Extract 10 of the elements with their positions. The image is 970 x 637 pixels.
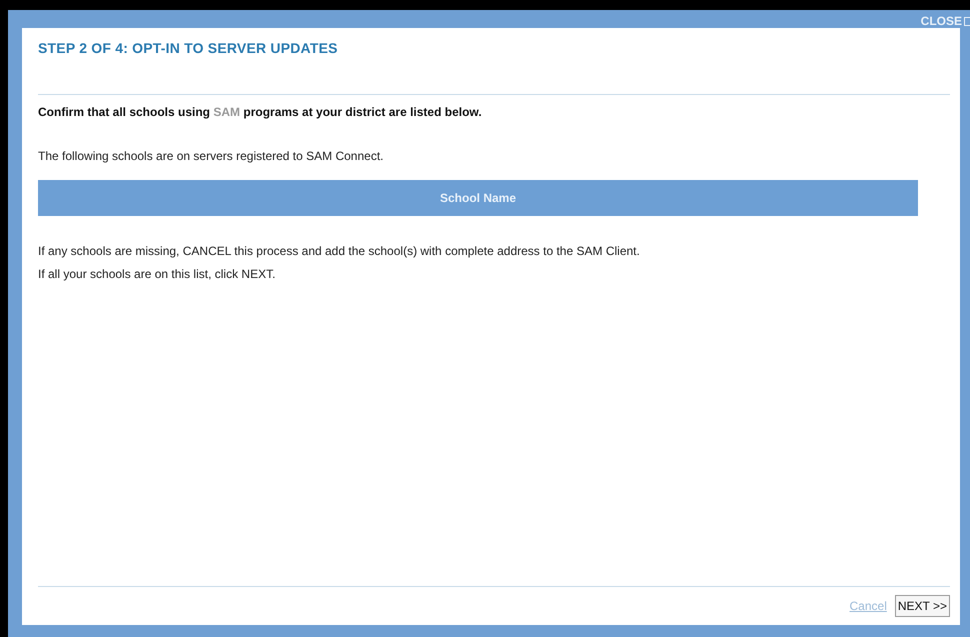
next-button[interactable]: NEXT >> <box>894 595 950 617</box>
cancel-link[interactable]: Cancel <box>850 599 887 613</box>
close-button[interactable]: CLOSE <box>920 14 970 28</box>
intro-text: Confirm that all schools using SAM programs at your district are listed below. <box>38 105 483 119</box>
instruction-text: If any schools are missing, CANCEL this process and add the school(s) with complete address to the SAM Client. <box>38 243 641 260</box>
instruction-text: If all your schools are on this list, click NEXT. <box>38 266 276 283</box>
dialog-title: STEP 2 OF 4: OPT-IN TO SERVER UPDATES <box>38 39 339 58</box>
column-header: School Name <box>438 190 518 207</box>
info-text: The following schools are on servers registered to SAM Connect. <box>38 149 384 163</box>
window-icon <box>964 16 970 26</box>
